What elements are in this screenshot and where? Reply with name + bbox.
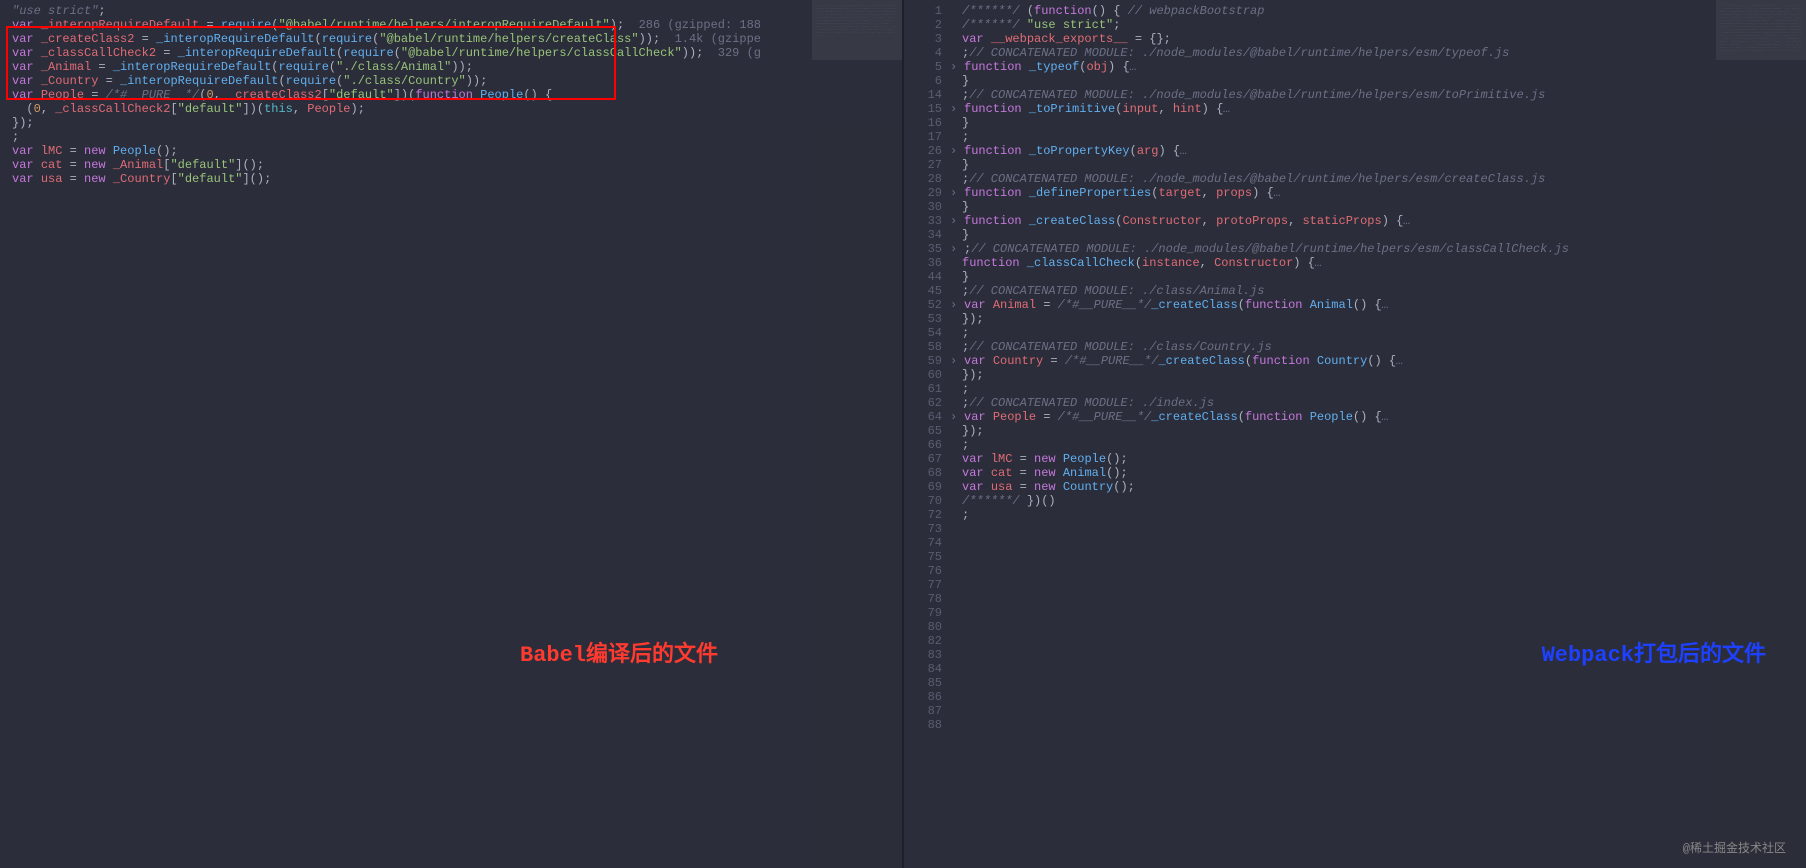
- code-line[interactable]: ›function _defineProperties(target, prop…: [950, 186, 1716, 200]
- code-line[interactable]: var _interopRequireDefault = require("@b…: [0, 18, 812, 32]
- code-line[interactable]: ›var Animal = /*#__PURE__*/_createClass(…: [950, 298, 1716, 312]
- fold-icon[interactable]: ›: [950, 102, 962, 116]
- code-line[interactable]: ;: [950, 508, 1716, 522]
- code-line[interactable]: ›;// CONCATENATED MODULE: ./node_modules…: [950, 242, 1716, 256]
- code-line[interactable]: function _classCallCheck(instance, Const…: [950, 256, 1716, 270]
- code-line[interactable]: ›function _typeof(obj) {…: [950, 60, 1716, 74]
- code-line[interactable]: var lMC = new People();: [0, 144, 812, 158]
- code-line[interactable]: ;// CONCATENATED MODULE: ./node_modules/…: [950, 88, 1716, 102]
- fold-icon[interactable]: ›: [950, 144, 962, 158]
- code-line[interactable]: var _Country = _interopRequireDefault(re…: [0, 74, 812, 88]
- right-gutter: 1234561415161726272829303334353644455253…: [904, 0, 950, 868]
- code-line[interactable]: }: [950, 116, 1716, 130]
- code-line[interactable]: });: [950, 368, 1716, 382]
- code-line[interactable]: var lMC = new People();: [950, 452, 1716, 466]
- code-line[interactable]: var _createClass2 = _interopRequireDefau…: [0, 32, 812, 46]
- code-line[interactable]: });: [0, 116, 812, 130]
- code-line[interactable]: var _Animal = _interopRequireDefault(req…: [0, 60, 812, 74]
- fold-icon[interactable]: ›: [950, 410, 962, 424]
- right-minimap[interactable]: /******/ (function() { // webpackBootstr…: [1716, 0, 1806, 868]
- code-line[interactable]: ;// CONCATENATED MODULE: ./class/Animal.…: [950, 284, 1716, 298]
- code-line[interactable]: }: [950, 200, 1716, 214]
- left-minimap[interactable]: "use strict"; var _interopRequireDefault…: [812, 0, 902, 868]
- code-line[interactable]: }: [950, 74, 1716, 88]
- code-line[interactable]: ›function _toPrimitive(input, hint) {…: [950, 102, 1716, 116]
- code-line[interactable]: /******/ (function() { // webpackBootstr…: [950, 4, 1716, 18]
- code-line[interactable]: (0, _classCallCheck2["default"])(this, P…: [0, 102, 812, 116]
- code-line[interactable]: }: [950, 270, 1716, 284]
- left-editor-pane: "use strict";var _interopRequireDefault …: [0, 0, 904, 868]
- fold-icon[interactable]: ›: [950, 214, 962, 228]
- watermark: @稀土掘金技术社区: [1683, 839, 1786, 856]
- code-line[interactable]: ;: [950, 438, 1716, 452]
- code-line[interactable]: ›function _createClass(Constructor, prot…: [950, 214, 1716, 228]
- fold-icon[interactable]: ›: [950, 186, 962, 200]
- right-editor-pane: 1234561415161726272829303334353644455253…: [904, 0, 1806, 868]
- code-line[interactable]: ;: [950, 130, 1716, 144]
- code-line[interactable]: });: [950, 312, 1716, 326]
- code-line[interactable]: ;// CONCATENATED MODULE: ./index.js: [950, 396, 1716, 410]
- code-line[interactable]: var __webpack_exports__ = {};: [950, 32, 1716, 46]
- right-code-area[interactable]: /******/ (function() { // webpackBootstr…: [950, 0, 1716, 868]
- code-line[interactable]: /******/ "use strict";: [950, 18, 1716, 32]
- fold-icon[interactable]: ›: [950, 354, 962, 368]
- fold-icon[interactable]: ›: [950, 242, 962, 256]
- code-line[interactable]: }: [950, 158, 1716, 172]
- left-code-area[interactable]: "use strict";var _interopRequireDefault …: [0, 0, 812, 868]
- code-line[interactable]: ;: [950, 326, 1716, 340]
- code-line[interactable]: var cat = new Animal();: [950, 466, 1716, 480]
- code-line[interactable]: }: [950, 228, 1716, 242]
- code-line[interactable]: var cat = new _Animal["default"]();: [0, 158, 812, 172]
- fold-icon[interactable]: ›: [950, 60, 962, 74]
- code-line[interactable]: ›var People = /*#__PURE__*/_createClass(…: [950, 410, 1716, 424]
- code-line[interactable]: ;: [950, 382, 1716, 396]
- fold-icon[interactable]: ›: [950, 298, 962, 312]
- code-line[interactable]: var People = /*#__PURE__*/(0, _createCla…: [0, 88, 812, 102]
- code-line[interactable]: /******/ })(): [950, 494, 1716, 508]
- code-line[interactable]: ;// CONCATENATED MODULE: ./class/Country…: [950, 340, 1716, 354]
- code-line[interactable]: var usa = new Country();: [950, 480, 1716, 494]
- code-line[interactable]: ;: [0, 130, 812, 144]
- code-line[interactable]: ›var Country = /*#__PURE__*/_createClass…: [950, 354, 1716, 368]
- code-line[interactable]: ;// CONCATENATED MODULE: ./node_modules/…: [950, 172, 1716, 186]
- code-line[interactable]: ;// CONCATENATED MODULE: ./node_modules/…: [950, 46, 1716, 60]
- code-line[interactable]: var usa = new _Country["default"]();: [0, 172, 812, 186]
- code-line[interactable]: "use strict";: [0, 4, 812, 18]
- code-line[interactable]: });: [950, 424, 1716, 438]
- code-line[interactable]: var _classCallCheck2 = _interopRequireDe…: [0, 46, 812, 60]
- code-line[interactable]: ›function _toPropertyKey(arg) {…: [950, 144, 1716, 158]
